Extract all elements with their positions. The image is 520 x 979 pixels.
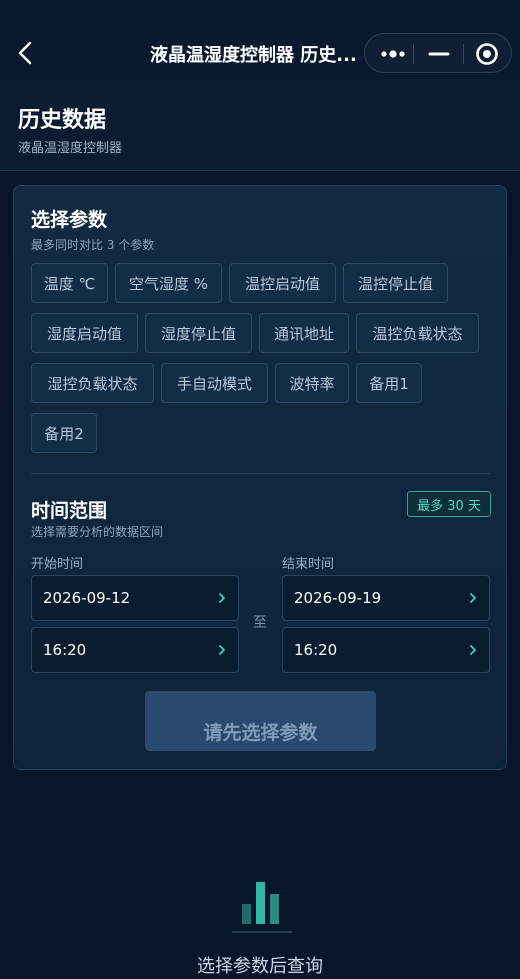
chevron-right-icon: [219, 645, 225, 655]
start-time-value: 16:20: [43, 641, 87, 659]
page-title: 历史数据: [18, 108, 107, 133]
param-chip-temp-start[interactable]: 温控启动值: [229, 263, 336, 303]
chevron-right-icon: [470, 645, 476, 655]
target-circle-icon[interactable]: [475, 42, 499, 66]
section-divider: [31, 473, 490, 474]
time-range-title: 时间范围: [31, 500, 108, 522]
capsule-divider: [463, 44, 464, 64]
page-header: 历史数据 液晶温湿度控制器: [0, 80, 520, 171]
capsule-divider: [413, 44, 414, 64]
query-button[interactable]: 请先选择参数: [145, 691, 376, 751]
param-chip-humidity-stop[interactable]: 湿度停止值: [145, 313, 252, 353]
param-chip-humidity-load-status[interactable]: 湿控负载状态: [31, 363, 154, 403]
range-to-label: 至: [253, 615, 267, 631]
param-chip-temperature[interactable]: 温度 ℃: [31, 263, 108, 303]
end-date-picker[interactable]: 2026-09-19: [282, 575, 490, 621]
start-date-picker[interactable]: 2026-09-12: [31, 575, 239, 621]
param-chip-temp-stop[interactable]: 温控停止值: [343, 263, 448, 303]
param-chip-humidity-start[interactable]: 湿度启动值: [31, 313, 138, 353]
param-chip-air-humidity[interactable]: 空气湿度 %: [115, 263, 222, 303]
chevron-right-icon: [219, 593, 225, 603]
param-chip-spare-1[interactable]: 备用1: [356, 363, 422, 403]
page-subtitle: 液晶温湿度控制器: [18, 141, 123, 156]
chevron-left-icon[interactable]: [14, 40, 40, 66]
empty-state-text: 选择参数后查询: [197, 956, 323, 977]
end-time-label: 结束时间: [282, 557, 335, 572]
param-chip-baud-rate[interactable]: 波特率: [275, 363, 349, 403]
params-subtitle: 最多同时对比 3 个参数: [31, 238, 155, 252]
param-chip-comm-address[interactable]: 通讯地址: [259, 313, 349, 353]
param-chip-manual-auto-mode[interactable]: 手自动模式: [161, 363, 268, 403]
mini-program-capsule: [364, 33, 512, 73]
nav-title: 液晶温湿度控制器 历史...: [150, 45, 357, 66]
end-time-value: 16:20: [294, 641, 338, 659]
bar-chart-icon: [232, 882, 292, 933]
start-time-label: 开始时间: [31, 557, 84, 572]
start-date-value: 2026-09-12: [43, 589, 131, 607]
end-time-picker[interactable]: 16:20: [282, 627, 490, 673]
max-days-badge: 最多 30 天: [407, 491, 491, 517]
minus-icon[interactable]: [427, 45, 451, 63]
more-dots-icon[interactable]: [379, 45, 407, 63]
time-range-subtitle: 选择需要分析的数据区间: [31, 525, 164, 539]
end-date-value: 2026-09-19: [294, 589, 382, 607]
param-chip-temp-load-status[interactable]: 温控负载状态: [356, 313, 479, 353]
start-time-picker[interactable]: 16:20: [31, 627, 239, 673]
chevron-right-icon: [470, 593, 476, 603]
nav-bar: 液晶温湿度控制器 历史...: [0, 0, 520, 80]
params-title: 选择参数: [31, 209, 108, 231]
param-chip-spare-2[interactable]: 备用2: [31, 413, 97, 453]
query-card: 选择参数 最多同时对比 3 个参数 温度 ℃ 空气湿度 % 温控启动值 温控停止…: [13, 185, 507, 770]
